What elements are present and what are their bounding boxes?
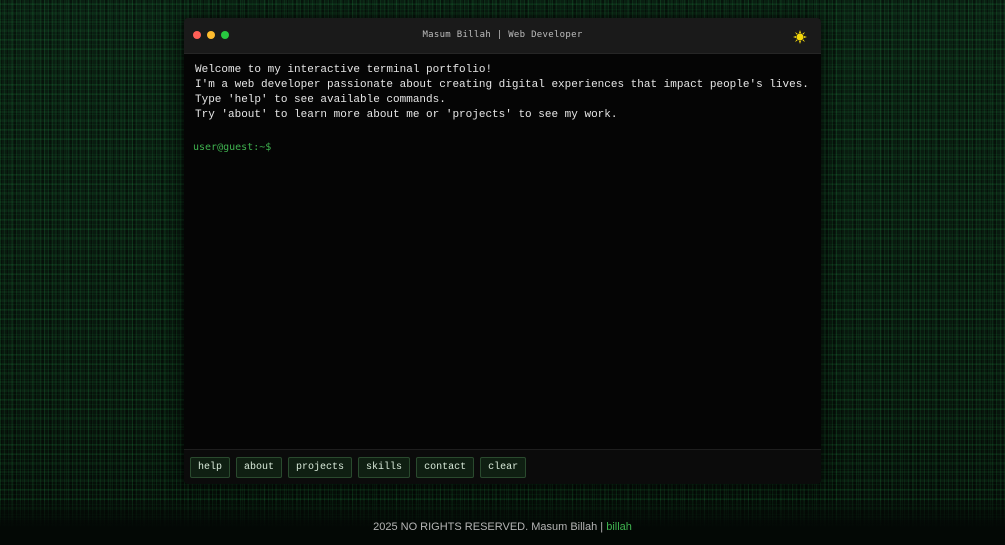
- window-title: Masum Billah | Web Developer: [422, 30, 583, 40]
- skills-button[interactable]: skills: [358, 456, 411, 478]
- terminal-output: Welcome to my interactive terminal portf…: [195, 63, 811, 123]
- projects-button[interactable]: projects: [288, 456, 353, 478]
- theme-toggle-button[interactable]: [793, 29, 807, 44]
- output-line: I'm a web developer passionate about cre…: [195, 79, 809, 91]
- output-line: Type 'help' to see available commands.: [195, 94, 446, 106]
- terminal-window: Masum Billah | Web Developer Welcome to …: [184, 18, 821, 484]
- prompt-row: user@guest:~$: [193, 142, 796, 153]
- footer: 2025 NO RIGHTS RESERVED. Masum Billah | …: [0, 501, 1005, 545]
- prompt-label: user@guest:~$: [193, 142, 272, 153]
- footer-text: 2025 NO RIGHTS RESERVED. Masum Billah | …: [0, 521, 1005, 533]
- copyright-text: 2025 NO RIGHTS RESERVED. Masum Billah |: [373, 521, 607, 533]
- sun-icon: [793, 30, 807, 44]
- terminal-titlebar: Masum Billah | Web Developer: [184, 18, 821, 54]
- contact-button[interactable]: contact: [416, 456, 475, 478]
- output-line: Try 'about' to learn more about me or 'p…: [195, 109, 618, 121]
- output-line: Welcome to my interactive terminal portf…: [195, 64, 493, 76]
- about-button[interactable]: about: [236, 456, 283, 478]
- help-button[interactable]: help: [190, 456, 231, 478]
- command-bar: help about projects skills contact clear: [184, 449, 821, 484]
- clear-button[interactable]: clear: [480, 456, 527, 478]
- command-input[interactable]: [275, 142, 796, 153]
- footer-link[interactable]: billah: [606, 521, 632, 533]
